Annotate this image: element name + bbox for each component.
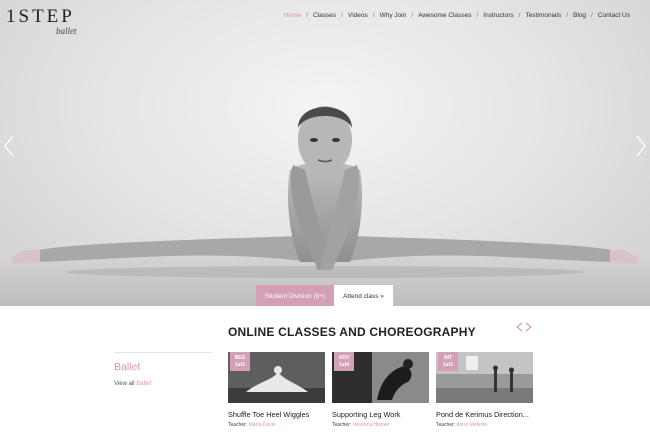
nav-separator: / xyxy=(306,12,309,19)
teacher-name[interactable]: Anna Verikine xyxy=(456,422,487,428)
logo[interactable]: 1STEP ballet xyxy=(6,6,77,37)
view-all-link[interactable]: Ballet xyxy=(136,381,151,387)
badge-code: 1st1 xyxy=(442,361,453,368)
hero-slider: 1STEP ballet Home / Classes / Videos / W… xyxy=(0,0,650,306)
nav-item-testimonials[interactable]: Testimonials xyxy=(525,12,561,19)
nav-item-classes[interactable]: Classes xyxy=(313,12,336,19)
nav-item-home[interactable]: Home xyxy=(284,12,301,19)
teacher-label: Teacher: xyxy=(436,422,456,428)
attend-class-button[interactable]: Attend class » xyxy=(334,285,393,306)
class-card-teacher: Teacher: Marta Davis xyxy=(228,422,325,428)
level-badge: ADV 1st4 xyxy=(334,352,354,371)
section-title-rest: CLASSES AND CHOREOGRAPHY xyxy=(274,325,476,339)
class-card-title[interactable]: Shuffle Toe Heel Wiggles xyxy=(228,410,325,419)
section-title: ONLINE CLASSES AND CHOREOGRAPHY xyxy=(228,325,476,339)
class-card-title[interactable]: Pond de Kerimus Direction... xyxy=(436,410,533,419)
nav-separator: / xyxy=(591,12,593,19)
category-title: Ballet xyxy=(114,361,141,373)
nav-separator: / xyxy=(341,12,343,19)
nav-item-contact-us[interactable]: Contact Us xyxy=(598,12,630,19)
category-panel: Ballet View all Ballet xyxy=(114,352,212,387)
teacher-name[interactable]: Marta Davis xyxy=(249,422,276,428)
class-card-image[interactable]: ADV 1st4 xyxy=(332,352,429,403)
slider-next-button[interactable] xyxy=(634,135,648,157)
nav-item-why-join[interactable]: Why Join xyxy=(380,12,407,19)
class-card-image[interactable]: BEG 1st1 xyxy=(228,352,325,403)
badge-level: ADV xyxy=(338,354,350,361)
chevron-left-icon xyxy=(4,135,14,157)
class-card[interactable]: INT 1st1 Pond de Kerimus Direction... Te… xyxy=(436,352,533,428)
nav-separator: / xyxy=(518,12,521,19)
slider-prev-button[interactable] xyxy=(2,135,16,157)
chevron-right-icon[interactable] xyxy=(525,322,532,332)
main-nav: Home / Classes / Videos / Why Join / Awe… xyxy=(284,12,630,19)
class-card-title[interactable]: Supporting Leg Work xyxy=(332,410,429,419)
badge-code: 1st1 xyxy=(234,361,245,368)
teacher-label: Teacher: xyxy=(228,422,248,428)
class-card[interactable]: ADV 1st4 Supporting Leg Work Teacher: Ve… xyxy=(332,352,429,428)
class-card-teacher: Teacher: Anna Verikine xyxy=(436,422,533,428)
teacher-label: Teacher: xyxy=(332,422,352,428)
badge-level: INT xyxy=(443,354,453,361)
view-all-prefix: View all xyxy=(114,381,137,387)
level-badge: INT 1st1 xyxy=(438,352,458,371)
class-card-teacher: Teacher: Veronica Hianek xyxy=(332,422,429,428)
view-all-text: View all Ballet xyxy=(114,381,212,387)
carousel-arrows xyxy=(516,322,532,332)
nav-item-awesome-classes[interactable]: Awesome Classes xyxy=(418,12,471,19)
logo-wordmark: 1STEP xyxy=(6,6,75,27)
chevron-left-icon[interactable] xyxy=(516,322,523,332)
dancer-photo xyxy=(11,106,639,278)
nav-item-blog[interactable]: Blog xyxy=(573,12,586,19)
nav-separator: / xyxy=(566,12,569,19)
nav-item-instructors[interactable]: Instructors xyxy=(483,12,513,19)
logo-tagline: ballet xyxy=(56,26,77,36)
level-badge: BEG 1st1 xyxy=(230,352,250,371)
teacher-name[interactable]: Veronica Hianek xyxy=(353,422,389,428)
nav-separator: / xyxy=(372,12,375,19)
nav-separator: / xyxy=(476,12,479,19)
chevron-right-icon xyxy=(636,135,646,157)
section-title-bold: ONLINE xyxy=(228,325,275,339)
class-card-image[interactable]: INT 1st1 xyxy=(436,352,533,403)
student-division-button[interactable]: Student Division (8+) xyxy=(256,285,334,306)
nav-separator: / xyxy=(411,12,414,19)
nav-item-videos[interactable]: Videos xyxy=(348,12,368,19)
class-card[interactable]: BEG 1st1 Shuffle Toe Heel Wiggles Teache… xyxy=(228,352,325,428)
badge-level: BEG xyxy=(234,354,246,361)
badge-code: 1st4 xyxy=(338,361,349,368)
